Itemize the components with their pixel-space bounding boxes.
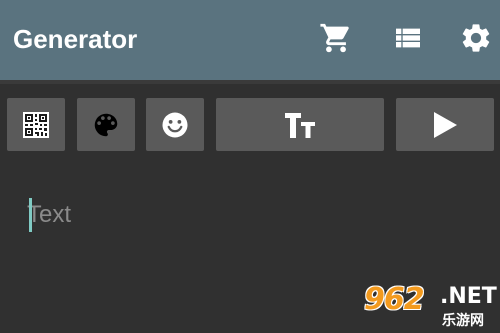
smiley-icon bbox=[162, 112, 188, 137]
app-bar: Generator bbox=[0, 0, 500, 80]
play-button[interactable] bbox=[396, 98, 494, 151]
palette-button[interactable] bbox=[77, 98, 135, 151]
qr-code-icon bbox=[23, 111, 49, 138]
settings-button[interactable] bbox=[458, 20, 494, 56]
palette-icon bbox=[94, 113, 118, 136]
watermark-chinese: 乐游网 bbox=[442, 313, 484, 329]
text-cursor bbox=[29, 198, 32, 232]
emoji-button[interactable] bbox=[146, 98, 204, 151]
play-icon bbox=[434, 111, 457, 138]
watermark-logo: 962 .NET 乐游网 bbox=[360, 278, 500, 333]
gear-icon bbox=[462, 24, 490, 52]
qr-code-button[interactable] bbox=[7, 98, 65, 151]
list-icon bbox=[396, 28, 420, 48]
app-title: Generator bbox=[13, 24, 138, 54]
cart-icon bbox=[320, 23, 349, 53]
watermark-net: .NET bbox=[440, 284, 497, 309]
watermark-number: 962 bbox=[364, 282, 425, 317]
appbar-divider bbox=[0, 80, 500, 84]
text-size-icon bbox=[285, 112, 315, 138]
text-size-button[interactable] bbox=[216, 98, 384, 151]
list-button[interactable] bbox=[390, 20, 426, 56]
text-input[interactable] bbox=[27, 195, 327, 235]
cart-button[interactable] bbox=[318, 20, 354, 56]
